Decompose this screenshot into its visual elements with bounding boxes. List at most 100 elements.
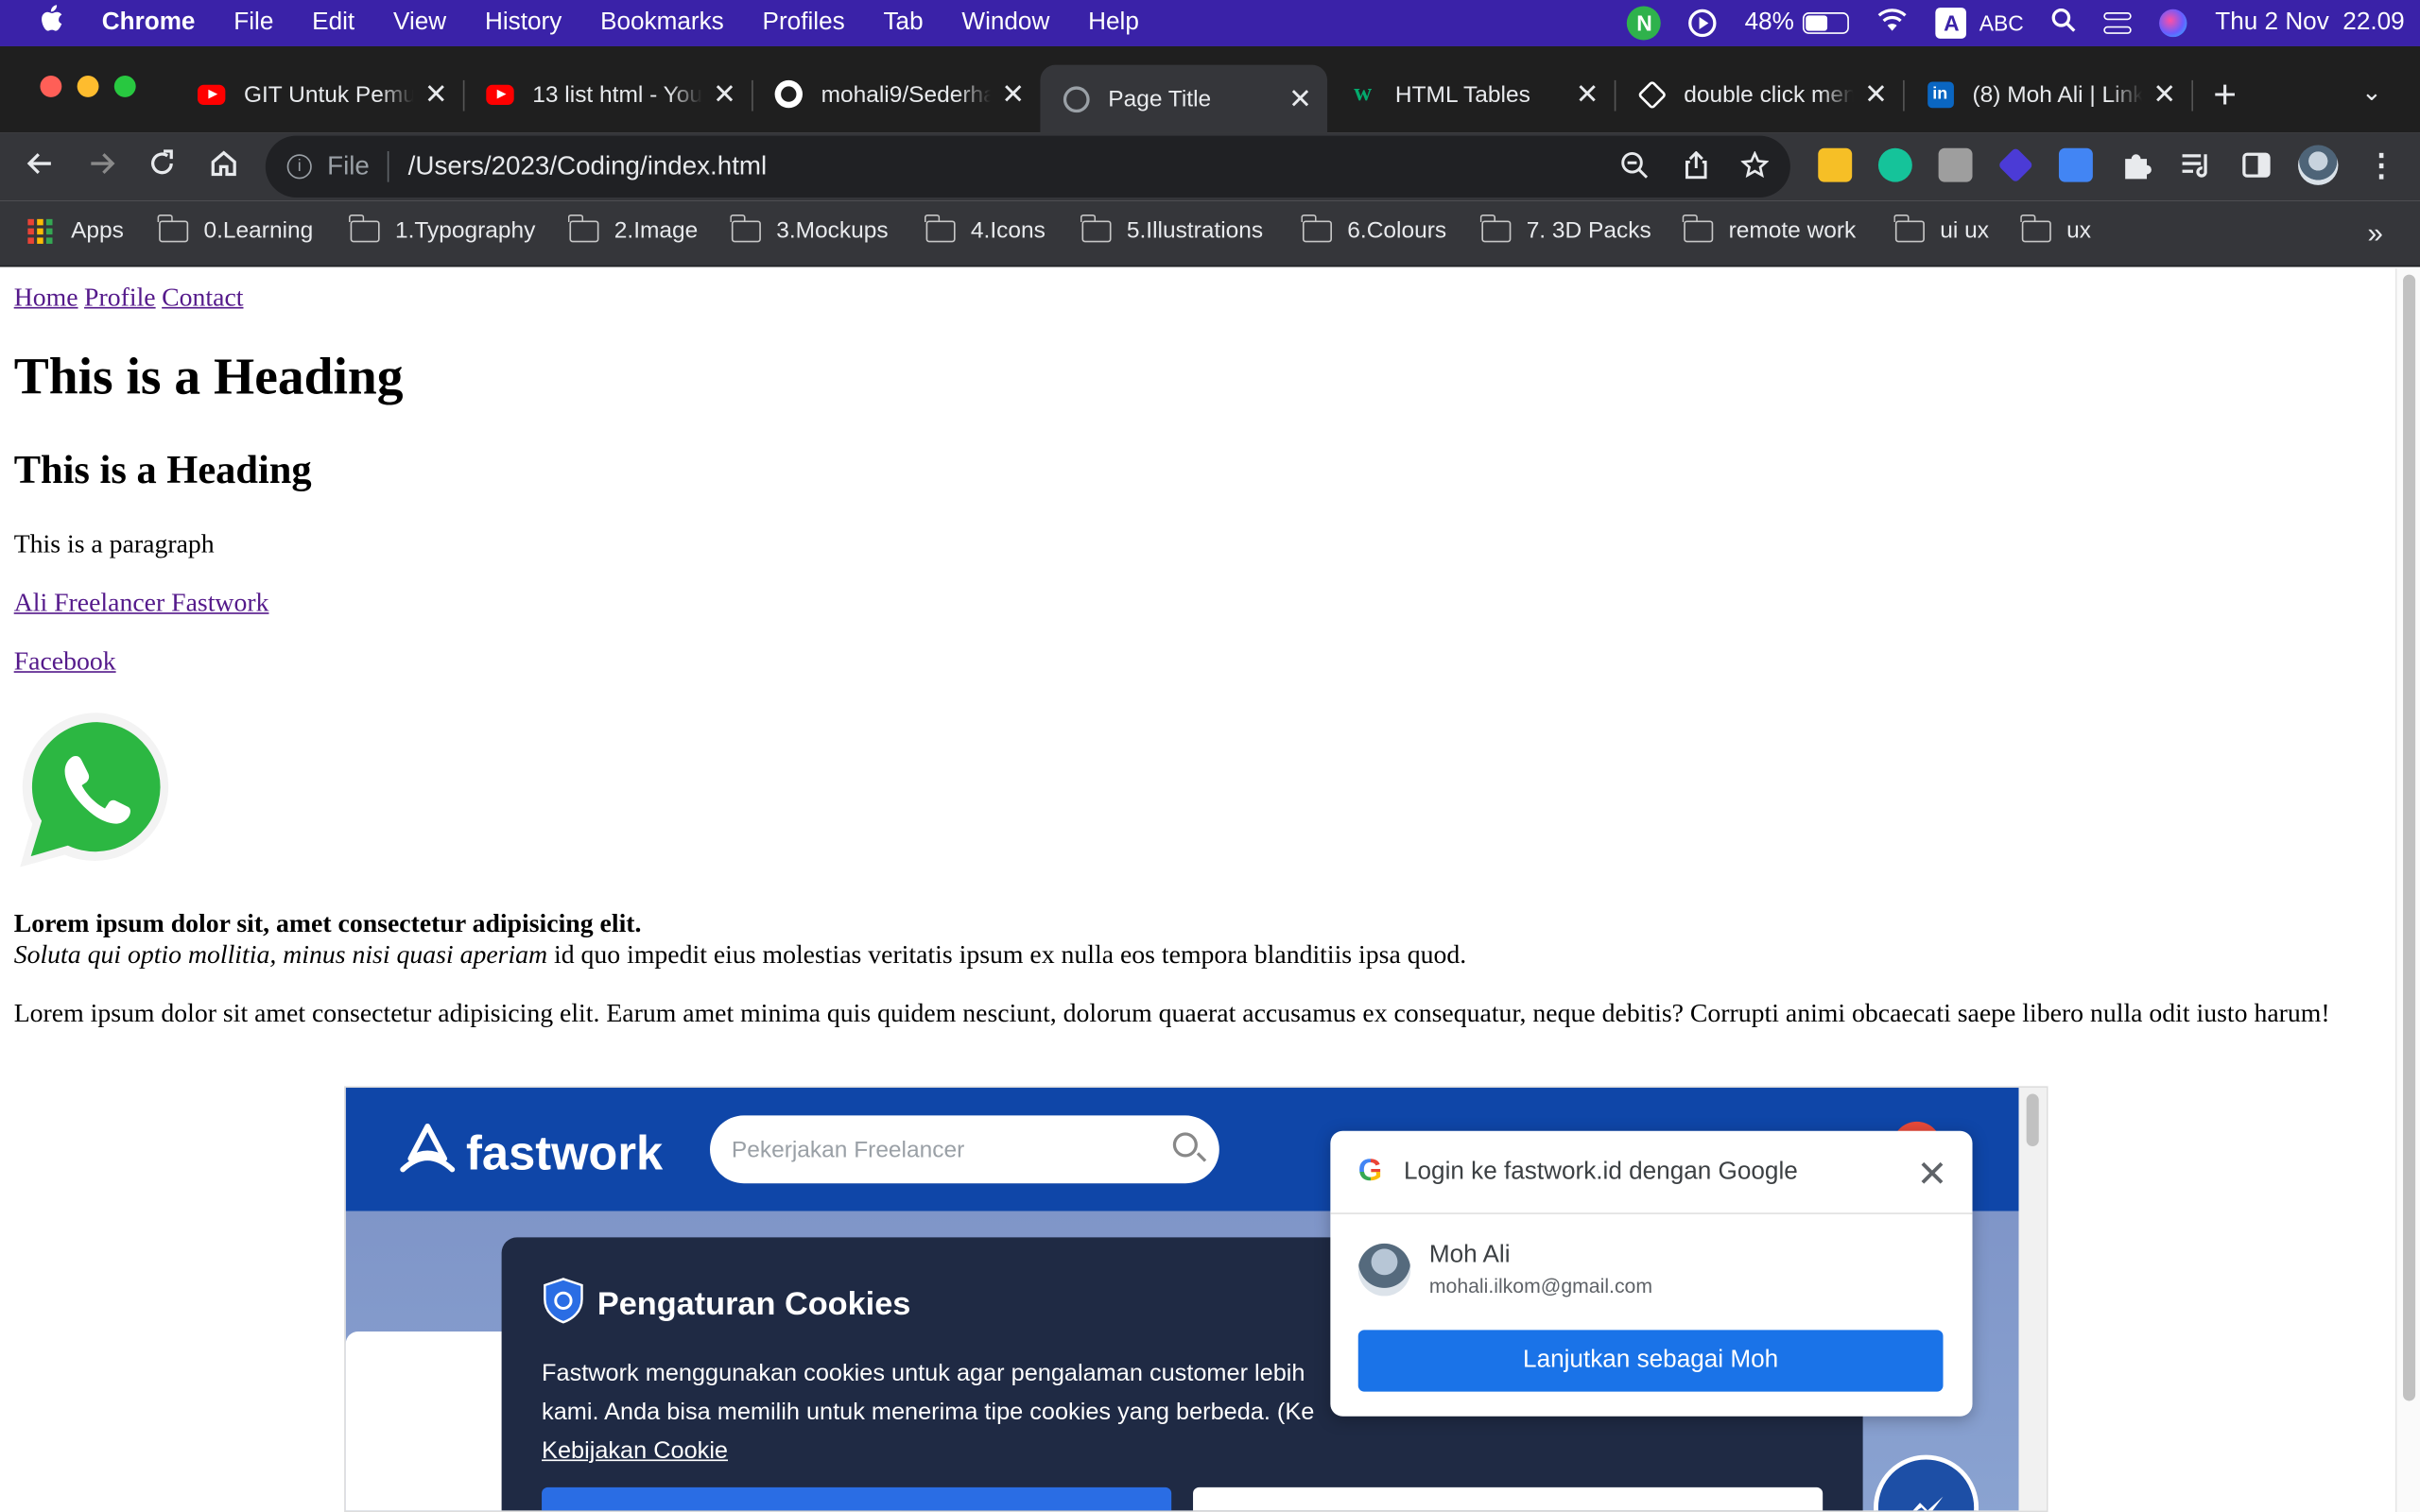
battery-level: [1806, 15, 1827, 31]
bookmark-folder-colours[interactable]: 6.Colours: [1301, 214, 1446, 244]
page-scrollbar-thumb[interactable]: [2403, 274, 2416, 1401]
tab-page-title[interactable]: Page Title ✕: [1040, 64, 1328, 133]
close-tab-icon[interactable]: ✕: [1864, 77, 1888, 110]
nav-link-contact[interactable]: Contact: [162, 283, 243, 312]
side-panel-icon[interactable]: [2239, 148, 2273, 182]
tab-mohali9-sederhana[interactable]: mohali9/Sederhana ✕: [753, 65, 1041, 124]
bookmark-folder-illustrations[interactable]: 5.Illustrations: [1080, 214, 1263, 244]
reload-icon[interactable]: [144, 148, 181, 185]
bookmark-folder-remote-work[interactable]: remote work: [1683, 214, 1856, 244]
layers-extension-icon[interactable]: [1997, 146, 2034, 183]
close-tab-icon[interactable]: ✕: [1001, 77, 1025, 110]
close-tab-icon[interactable]: ✕: [1576, 77, 1599, 110]
cookie-policy-link[interactable]: Kebijakan Cookie: [542, 1432, 1823, 1470]
spotlight-search-icon[interactable]: [2051, 7, 2076, 39]
zoom-out-icon[interactable]: [1620, 151, 1649, 187]
wifi-icon[interactable]: [1877, 7, 1909, 39]
chrome-menu-kebab-icon[interactable]: ⋮: [2366, 146, 2397, 185]
bookmark-apps[interactable]: Apps: [27, 217, 124, 244]
close-tab-icon[interactable]: ✕: [424, 77, 448, 110]
site-info-icon[interactable]: i: [286, 154, 312, 180]
bookmark-label: 7. 3D Packs: [1526, 217, 1651, 244]
n-status-icon[interactable]: N: [1627, 6, 1662, 41]
bookmark-folder-ux[interactable]: ux: [2020, 214, 2091, 244]
youtube-icon: [197, 80, 226, 108]
menu-file[interactable]: File: [233, 9, 273, 37]
menu-window[interactable]: Window: [961, 9, 1049, 37]
link-facebook[interactable]: Facebook: [14, 646, 116, 678]
battery-icon[interactable]: [1803, 12, 1850, 34]
iframe-scrollbar[interactable]: [2018, 1088, 2047, 1511]
menu-view[interactable]: View: [393, 9, 446, 37]
folder-icon: [349, 214, 380, 242]
share-icon[interactable]: [1683, 150, 1710, 187]
apps-grid-icon: [27, 218, 53, 244]
apple-icon[interactable]: [0, 5, 102, 42]
menu-app-name[interactable]: Chrome: [102, 9, 196, 37]
menu-clock[interactable]: Thu 2 Nov 22.09: [2215, 9, 2404, 37]
tab-search-chevron-down-icon[interactable]: ⌄: [2361, 77, 2382, 109]
bookmark-folder-mockups[interactable]: 3.Mockups: [730, 214, 889, 244]
zoom-window-icon[interactable]: [113, 75, 136, 97]
close-tab-icon[interactable]: ✕: [1288, 82, 1312, 114]
menu-history[interactable]: History: [485, 9, 562, 37]
address-bar[interactable]: i File /Users/2023/Coding/index.html: [265, 135, 1790, 198]
menu-tab[interactable]: Tab: [883, 9, 923, 37]
bookmark-star-icon[interactable]: [1739, 150, 1770, 187]
url-text[interactable]: /Users/2023/Coding/index.html: [408, 151, 768, 182]
tab-double-click-menu[interactable]: double click menu ✕: [1616, 65, 1903, 124]
fastwork-search-input[interactable]: Pekerjakan Freelancer: [710, 1115, 1219, 1184]
link-ali-freelancer-fastwork[interactable]: Ali Freelancer Fastwork: [14, 588, 269, 619]
menu-help[interactable]: Help: [1088, 9, 1139, 37]
bookmark-folder-ui-ux[interactable]: ui ux: [1893, 214, 1989, 244]
puzzle-extensions-icon[interactable]: [2119, 148, 2153, 182]
google-account-name: Moh Ali: [1428, 1242, 1511, 1269]
minimize-window-icon[interactable]: [77, 75, 99, 97]
nav-link-home[interactable]: Home: [14, 283, 78, 312]
new-tab-plus-icon[interactable]: +: [2213, 71, 2237, 119]
tab-linkedin[interactable]: in (8) Moh Ali | LinkedIn ✕: [1905, 65, 2192, 124]
tab-title: HTML Tables: [1394, 80, 1530, 108]
control-center-icon[interactable]: [2103, 12, 2133, 34]
iframe-scrollbar-thumb[interactable]: [2026, 1093, 2039, 1147]
menu-bookmarks[interactable]: Bookmarks: [600, 9, 724, 37]
input-source-label[interactable]: ABC: [1979, 10, 2024, 35]
cookie-accept-button[interactable]: [542, 1486, 1172, 1511]
input-source-icon[interactable]: A: [1936, 8, 1967, 39]
menu-edit[interactable]: Edit: [312, 9, 354, 37]
lorem-bold-text: Lorem ipsum dolor sit, amet consectetur …: [13, 908, 642, 938]
fastwork-logo[interactable]: fastwork: [398, 1122, 663, 1187]
bookmark-folder-typography[interactable]: 1.Typography: [349, 214, 535, 244]
messenger-chat-icon[interactable]: [1874, 1454, 1979, 1511]
page-scrollbar[interactable]: [2394, 268, 2420, 1512]
nav-link-profile[interactable]: Profile: [84, 283, 156, 312]
close-window-icon[interactable]: [40, 75, 62, 97]
translate-extension-icon[interactable]: [2058, 147, 2093, 182]
tab-html-tables[interactable]: w HTML Tables ✕: [1327, 65, 1615, 124]
home-icon[interactable]: [205, 148, 242, 185]
continue-as-button[interactable]: Lanjutkan sebagai Moh: [1357, 1330, 1944, 1392]
grammarly-extension-icon[interactable]: [1877, 147, 1912, 182]
bookmark-folder-learning[interactable]: 0.Learning: [158, 214, 313, 244]
play-status-icon[interactable]: [1688, 9, 1718, 38]
cookie-settings-button[interactable]: [1193, 1486, 1824, 1511]
image-extension-icon[interactable]: [1938, 147, 1973, 182]
bookmarks-overflow-chevron-icon[interactable]: »: [2367, 217, 2382, 249]
tab-git-untuk-pemula[interactable]: GIT Untuk Pemula ✕: [176, 65, 463, 124]
media-playlist-icon[interactable]: [2179, 148, 2213, 182]
bookmark-folder-3d-packs[interactable]: 7. 3D Packs: [1480, 214, 1651, 244]
keep-extension-icon[interactable]: [1818, 147, 1853, 182]
back-arrow-icon[interactable]: [22, 148, 59, 185]
search-icon[interactable]: [1172, 1132, 1198, 1158]
close-tab-icon[interactable]: ✕: [2152, 77, 2176, 110]
forward-arrow-icon[interactable]: [83, 148, 120, 185]
bookmark-folder-image[interactable]: 2.Image: [568, 214, 698, 244]
close-tab-icon[interactable]: ✕: [713, 77, 736, 110]
siri-icon[interactable]: [2159, 9, 2187, 38]
google-account-row[interactable]: Moh Ali mohali.ilkom@gmail.com: [1357, 1242, 1652, 1297]
profile-avatar[interactable]: [2298, 145, 2339, 185]
menu-profiles[interactable]: Profiles: [763, 9, 845, 37]
close-icon[interactable]: ✕: [1917, 1153, 1948, 1197]
bookmark-folder-icons[interactable]: 4.Icons: [925, 214, 1046, 244]
tab-13-list-html[interactable]: 13 list html - YouTube ✕: [464, 65, 752, 124]
